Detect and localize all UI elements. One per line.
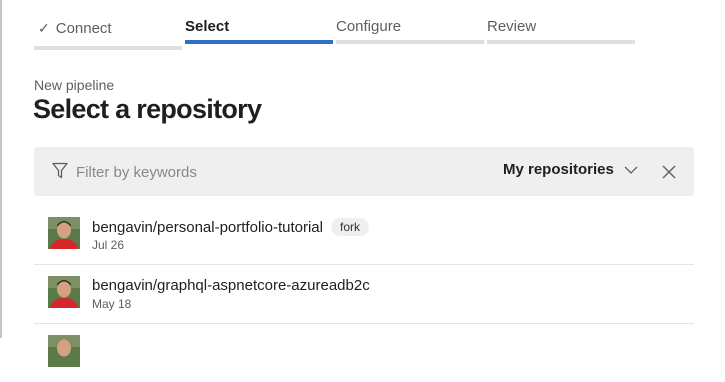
step-progress-bar (185, 40, 333, 44)
step-label: Select (185, 18, 230, 35)
repository-scope-dropdown[interactable]: My repositories (503, 161, 638, 178)
filter-icon (52, 162, 68, 179)
step-progress-bar (34, 46, 182, 50)
step-connect[interactable]: ✓ Connect (34, 0, 182, 52)
avatar (48, 276, 80, 308)
step-review[interactable]: Review (487, 0, 635, 52)
close-icon[interactable] (660, 163, 678, 181)
step-configure[interactable]: Configure (336, 0, 484, 52)
step-label: Review (487, 18, 537, 35)
step-select[interactable]: Select (185, 0, 333, 52)
left-divider (0, 0, 2, 338)
step-progress-bar (336, 40, 484, 44)
chevron-down-icon (624, 166, 638, 174)
checkmark-icon: ✓ (38, 20, 50, 36)
repository-date: May 18 (92, 297, 132, 311)
repository-scope-label: My repositories (503, 161, 614, 178)
repository-list-item[interactable] (34, 324, 694, 382)
avatar (48, 217, 80, 249)
filter-bar: My repositories (34, 147, 694, 196)
step-progress-bar (487, 40, 635, 44)
repository-list-item[interactable]: bengavin/personal-portfolio-tutorial fork… (34, 206, 694, 265)
filter-input[interactable] (76, 161, 436, 183)
step-label: Configure (336, 18, 402, 35)
fork-badge: fork (330, 218, 369, 236)
avatar (48, 335, 80, 367)
step-label: Connect (55, 20, 112, 37)
repository-name: bengavin/personal-portfolio-tutorial (92, 219, 323, 236)
page-subtitle: New pipeline (34, 77, 115, 93)
repository-date: Jul 26 (92, 238, 125, 252)
repository-name: bengavin/graphql-aspnetcore-azureadb2c (92, 277, 370, 294)
page-title: Select a repository (33, 94, 262, 124)
repository-list-item[interactable]: bengavin/graphql-aspnetcore-azureadb2c M… (34, 265, 694, 324)
